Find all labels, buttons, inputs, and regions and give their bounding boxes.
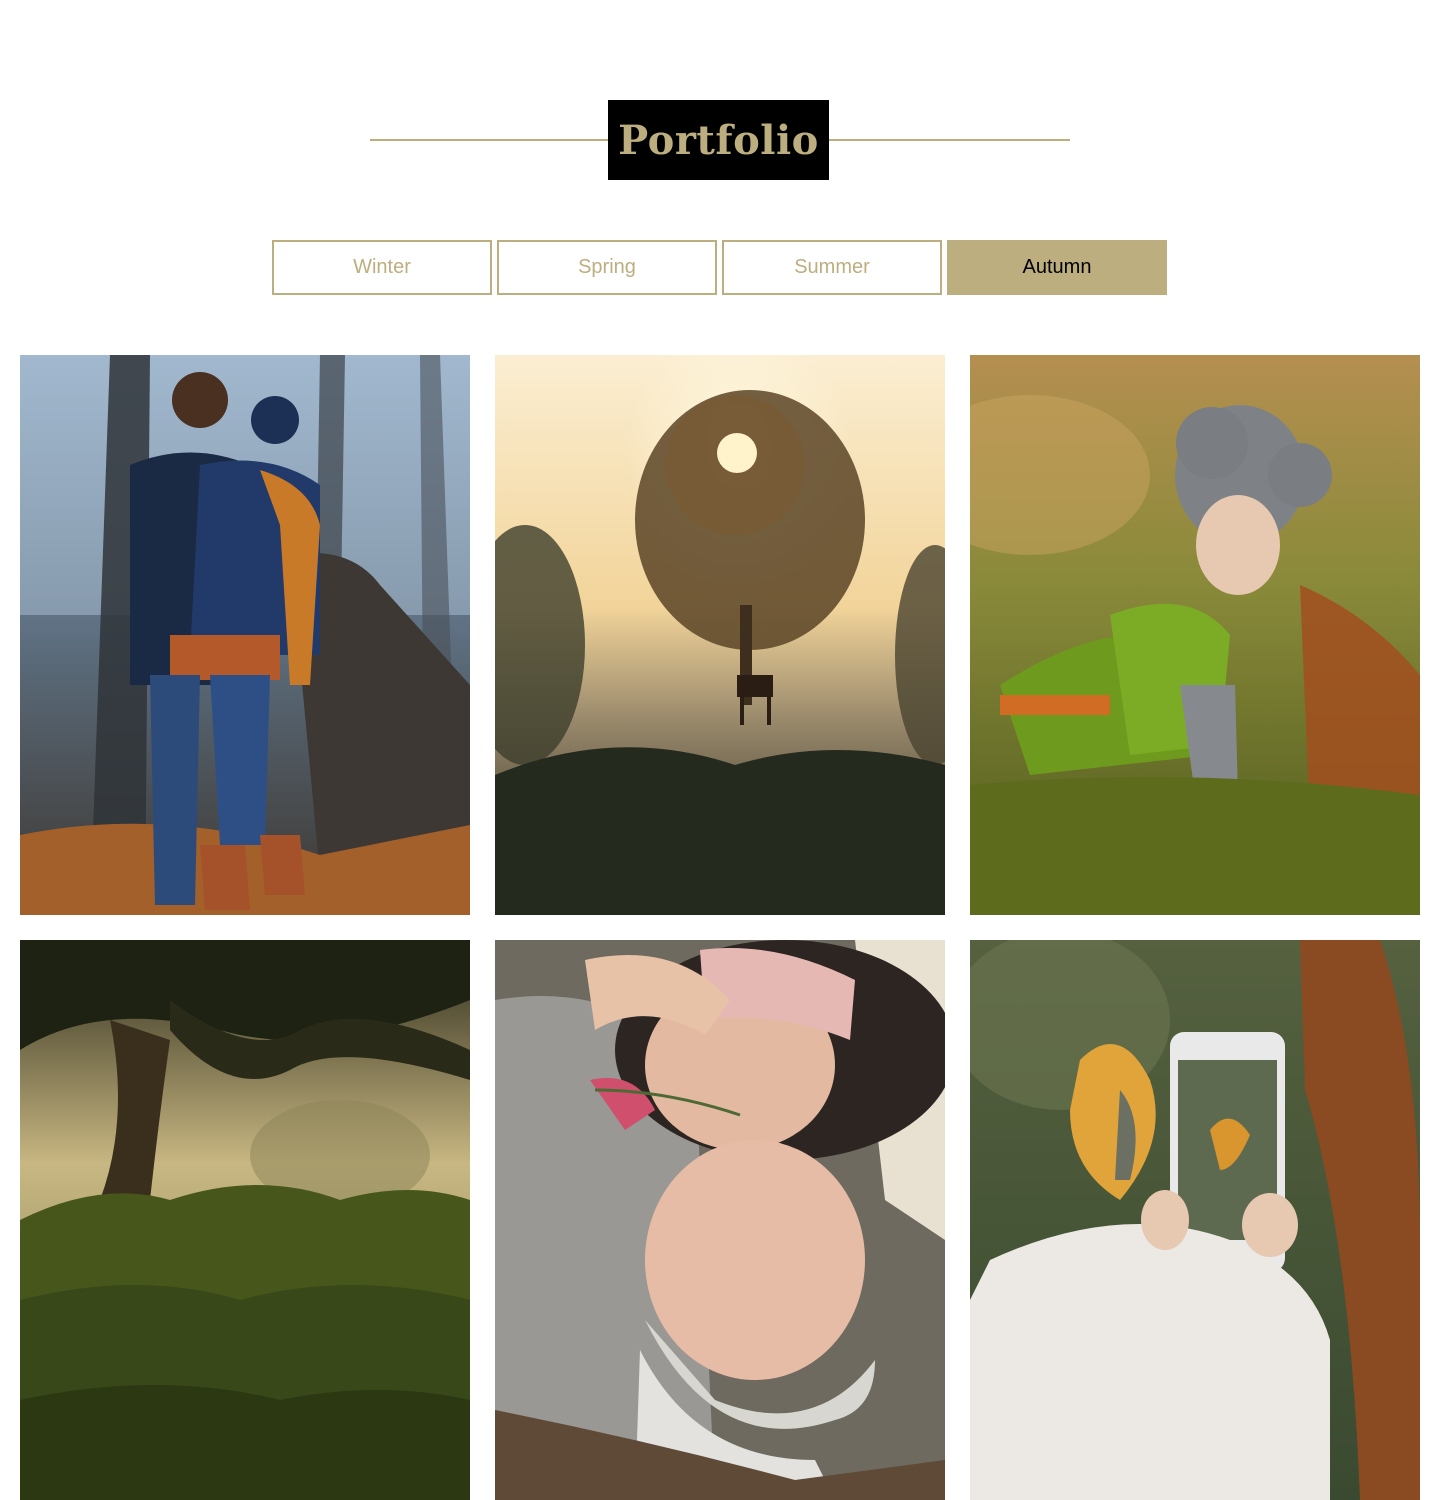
- photo-baby-in-grass[interactable]: [970, 355, 1420, 915]
- photo-phone-autumn-leaves[interactable]: [970, 940, 1420, 1500]
- photo-sunrise-tree[interactable]: [495, 355, 945, 915]
- season-tabs: Winter Spring Summer Autumn: [272, 240, 1167, 295]
- title-divider-right: [829, 139, 1070, 141]
- tab-summer[interactable]: Summer: [722, 240, 942, 295]
- tab-autumn[interactable]: Autumn: [947, 240, 1167, 295]
- photo-senior-couple[interactable]: [495, 940, 945, 1500]
- photo-gallery: [20, 355, 1420, 1500]
- photo-sunrise-tree-image: [495, 355, 945, 915]
- title-divider-left: [370, 139, 608, 141]
- page-title: Portfolio: [608, 100, 829, 180]
- photo-senior-couple-image: [495, 940, 945, 1500]
- tab-winter[interactable]: Winter: [272, 240, 492, 295]
- photo-phone-autumn-leaves-image: [970, 940, 1420, 1500]
- photo-mossy-forest[interactable]: [20, 940, 470, 1500]
- photo-baby-in-grass-image: [970, 355, 1420, 915]
- tab-spring[interactable]: Spring: [497, 240, 717, 295]
- photo-couple-kissing[interactable]: [20, 355, 470, 915]
- photo-couple-kissing-image: [20, 355, 470, 915]
- section-header: Portfolio: [370, 100, 1070, 180]
- photo-mossy-forest-image: [20, 940, 470, 1500]
